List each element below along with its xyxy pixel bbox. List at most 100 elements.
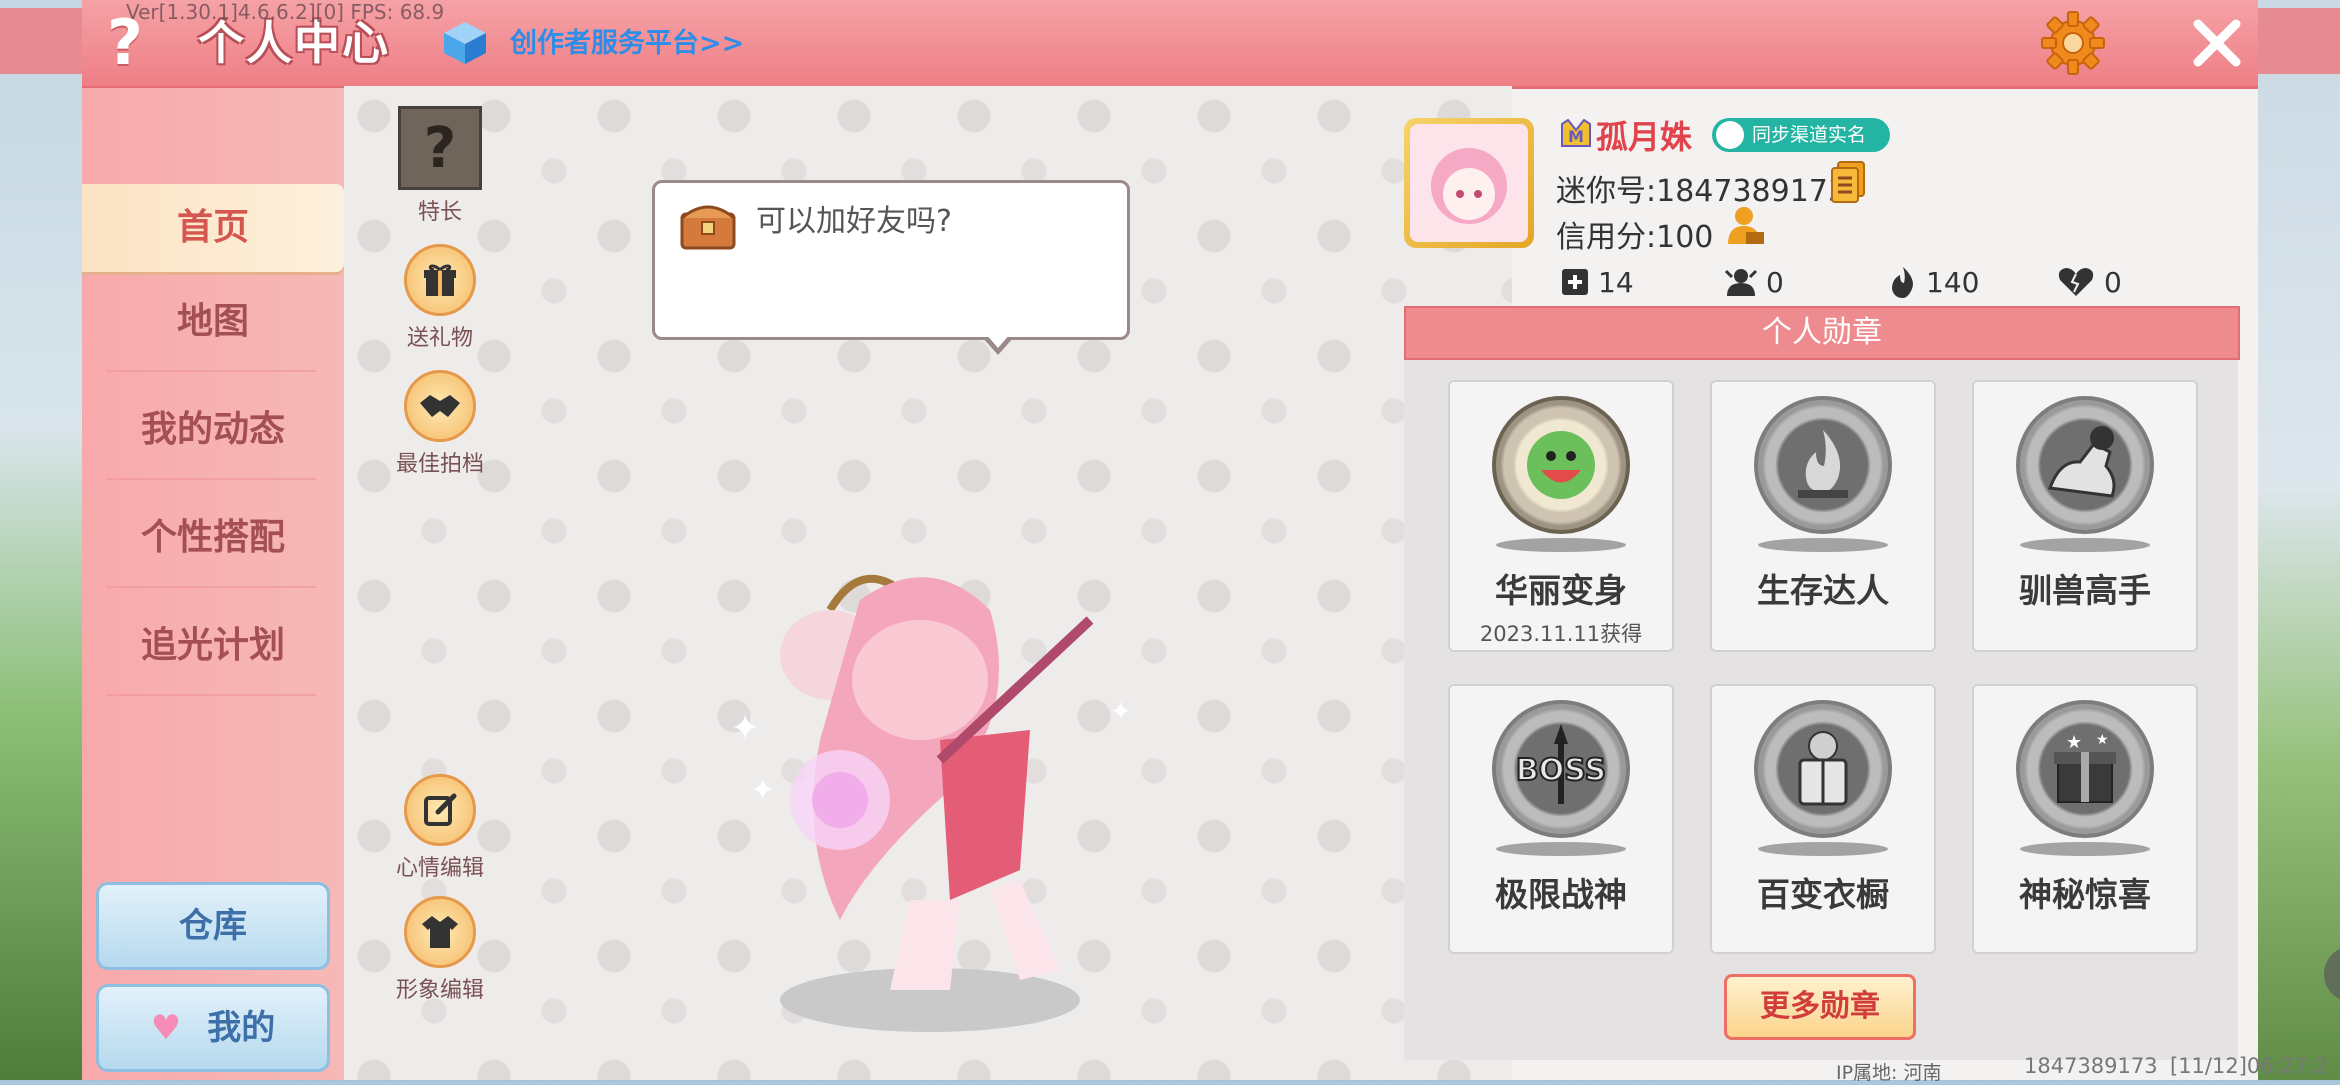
sidebar-divider (106, 586, 316, 588)
svg-text:✦: ✦ (730, 708, 760, 749)
medal-wardrobe-icon (1754, 700, 1892, 838)
specialty-button[interactable]: ? 特长 (390, 106, 490, 226)
svg-text:✦: ✦ (1110, 697, 1132, 727)
mine-label: 我的 (207, 1008, 276, 1048)
settings-gear-icon[interactable] (2040, 10, 2106, 76)
heart-broken-icon (2058, 268, 2094, 296)
warehouse-button[interactable]: 仓库 (96, 882, 330, 970)
medal-name: 神秘惊喜 (2019, 875, 2151, 914)
nickname: 孤月姝 (1596, 118, 1693, 156)
warehouse-label: 仓库 (179, 906, 247, 946)
sidebar-item-home[interactable]: 首页 (82, 184, 344, 272)
image-edit-label: 形象编辑 (395, 978, 484, 1003)
edit-pencil-icon (404, 774, 476, 846)
best-partner-button[interactable]: 最佳拍档 (390, 370, 490, 478)
sidebar-item-map[interactable]: 地图 (82, 278, 344, 366)
send-gift-label: 送礼物 (406, 326, 473, 351)
debug-fps-text: Ver[1.30.1]4.6.6.2][0] FPS: 68.9 (126, 0, 445, 24)
sidebar-divider (106, 478, 316, 480)
medal-section-header: 个人勋章 (1404, 306, 2240, 360)
user-verify-icon (1716, 121, 1744, 149)
medal-shadow (1758, 538, 1888, 552)
medal-extreme-war-god-boss-icon: BOSS (1492, 700, 1630, 838)
speech-text: 可以加好友吗? (756, 204, 952, 239)
handshake-icon (404, 370, 476, 442)
medal-card[interactable]: 华丽变身 2023.11.11获得 (1448, 380, 1674, 652)
outfit-icon (404, 896, 476, 968)
medal-name: 极限战神 (1495, 875, 1627, 914)
flame-icon (1892, 267, 1913, 298)
medal-shadow (1758, 842, 1888, 856)
stat-followers: 0 (1724, 262, 1784, 302)
gift-icon (404, 244, 476, 316)
realname-sync-badge[interactable]: 同步渠道实名 (1712, 118, 1890, 152)
avatar[interactable] (1404, 118, 1534, 248)
sidebar-divider (106, 694, 316, 696)
player-character-avatar[interactable]: ✦ ✦ ✦ (690, 540, 1170, 1040)
avatar-portrait (1410, 124, 1528, 242)
medal-shadow (2020, 538, 2150, 552)
mine-button[interactable]: ♥ 我的 (96, 984, 330, 1072)
medal-shadow (1496, 538, 1626, 552)
mood-edit-label: 心情编辑 (395, 856, 484, 881)
sidebar-divider (106, 370, 316, 372)
medal-card[interactable]: 生存达人 (1710, 380, 1936, 652)
svg-text:BOSS: BOSS (1516, 753, 1606, 788)
medal-card[interactable]: 驯兽高手 (1972, 380, 2198, 652)
ip-location: IP属地: 河南 (1836, 1062, 1942, 1084)
footer-timestamp: [11/12]06:27:2 (2170, 1054, 2328, 1078)
stat-friends: 14 (1560, 262, 1634, 302)
svg-text:✦: ✦ (750, 773, 775, 808)
medal-mystery-gift-icon: ★ ★ (2016, 700, 2154, 838)
speech-bubble-tail-inner (986, 334, 1010, 348)
sidebar-item-my-feed[interactable]: 我的动态 (82, 386, 344, 474)
image-edit-button[interactable]: 形象编辑 (390, 896, 490, 1004)
medal-shadow (2020, 842, 2150, 856)
background-left (0, 0, 82, 1080)
medal-shadow (1496, 842, 1626, 856)
close-icon[interactable] (2186, 12, 2248, 74)
stat-popularity: 140 (1888, 262, 1979, 302)
stat-popularity-value: 140 (1926, 265, 1980, 299)
specialty-question-icon: ? (398, 106, 482, 190)
more-medals-button[interactable]: 更多勋章 (1724, 974, 1916, 1040)
background-building (0, 8, 82, 74)
creator-cube-icon (444, 22, 486, 64)
copy-icon[interactable] (1830, 160, 1866, 204)
svg-text:★: ★ (2066, 732, 2082, 753)
background-building (2258, 8, 2340, 74)
sidebar-item-personal-style[interactable]: 个性搭配 (82, 494, 344, 582)
medal-survival-expert-campfire-icon (1754, 396, 1892, 534)
medal-name: 生存达人 (1757, 571, 1889, 610)
svg-text:★: ★ (2096, 732, 2109, 748)
credit-user-icon[interactable] (1724, 204, 1768, 248)
background-right (2258, 0, 2340, 1080)
best-partner-label: 最佳拍档 (395, 452, 484, 477)
realname-badge-label: 同步渠道实名 (1752, 124, 1867, 146)
stat-friends-value: 14 (1598, 265, 1634, 299)
medal-beast-tamer-icon (2016, 396, 2154, 534)
medal-card[interactable]: 百变衣橱 (1710, 684, 1936, 954)
add-friend-icon (1562, 269, 1588, 295)
send-gift-button[interactable]: 送礼物 (390, 244, 490, 352)
medal-earned-date: 2023.11.11获得 (1479, 622, 1643, 646)
stat-likes-value: 0 (2104, 265, 2122, 299)
specialty-label: 特长 (417, 200, 462, 225)
vip-m-icon: M (1561, 118, 1591, 147)
mood-edit-button[interactable]: 心情编辑 (390, 774, 490, 882)
sidebar-item-light-chase-plan[interactable]: 追光计划 (82, 602, 344, 690)
fans-icon (1724, 269, 1758, 296)
medal-gorgeous-transform-icon (1492, 396, 1630, 534)
medal-card[interactable]: BOSS 极限战神 (1448, 684, 1674, 954)
medal-name: 驯兽高手 (2019, 571, 2151, 610)
treasure-chest-icon (680, 205, 736, 250)
svg-text:M: M (1568, 127, 1584, 146)
heart-icon: ♥ (150, 1008, 182, 1048)
stat-likes: 0 (2056, 262, 2122, 302)
credit-score: 信用分:100 (1556, 220, 1714, 255)
sidebar: 首页 地图 我的动态 个性搭配 追光计划 仓库 ♥ 我的 (82, 88, 344, 1080)
medal-name: 华丽变身 (1495, 571, 1627, 610)
medal-card[interactable]: ★ ★ 神秘惊喜 (1972, 684, 2198, 954)
creator-platform-link[interactable]: 创作者服务平台>> (510, 24, 744, 64)
footer-player-id: 1847389173 (2024, 1054, 2158, 1078)
